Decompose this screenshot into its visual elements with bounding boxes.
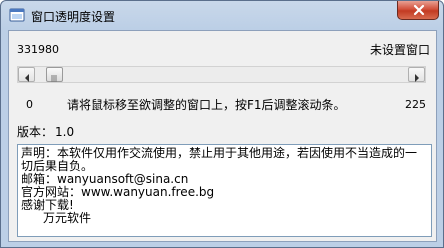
slider-min-label: 0 — [26, 98, 33, 111]
client-area: 331980 未设置窗口 0 请将鼠标移至欲调整的窗口上，按F1后调整滚动条。 … — [8, 30, 437, 242]
instruction-text: 请将鼠标移至欲调整的窗口上，按F1后调整滚动条。 — [67, 98, 346, 112]
transparency-scrollbar[interactable] — [17, 66, 426, 83]
slider-max-label: 225 — [405, 98, 426, 111]
window-title: 窗口透明度设置 — [31, 10, 116, 24]
signature-text: 万元软件 — [43, 211, 92, 225]
title-bar[interactable]: 窗口透明度设置 — [1, 1, 443, 29]
app-window: 窗口透明度设置 331980 未设置窗口 0 请将鼠标移至欲调整的窗口上，按F1… — [0, 0, 444, 248]
close-button[interactable] — [397, 1, 439, 20]
version-label: 版本： — [17, 125, 54, 139]
arrow-right-icon — [414, 71, 420, 82]
scroll-right-button[interactable] — [408, 67, 425, 82]
window-handle-value: 331980 — [17, 43, 59, 56]
notice-textbox[interactable]: 声明：本软件仅用作交流使用，禁止用于其他用途，若因使用不当造成的一切后果自负。 … — [17, 144, 432, 237]
grip-icon — [51, 71, 58, 82]
arrow-left-icon — [24, 71, 30, 82]
scroll-left-button[interactable] — [18, 67, 35, 82]
window-status-text: 未设置窗口 — [369, 43, 430, 57]
disclaimer-text: 声明：本软件仅用作交流使用，禁止用于其他用途，若因使用不当造成的一切后果自负。 — [21, 146, 418, 173]
close-icon — [412, 3, 426, 17]
app-icon — [9, 7, 25, 23]
scrollbar-track[interactable] — [35, 67, 408, 82]
scrollbar-thumb[interactable] — [46, 67, 63, 82]
version-row: 版本： 1.0 — [17, 123, 74, 140]
website-text: 官方网站：www.wanyuan.free.bg — [21, 185, 215, 199]
version-value: 1.0 — [55, 125, 75, 139]
